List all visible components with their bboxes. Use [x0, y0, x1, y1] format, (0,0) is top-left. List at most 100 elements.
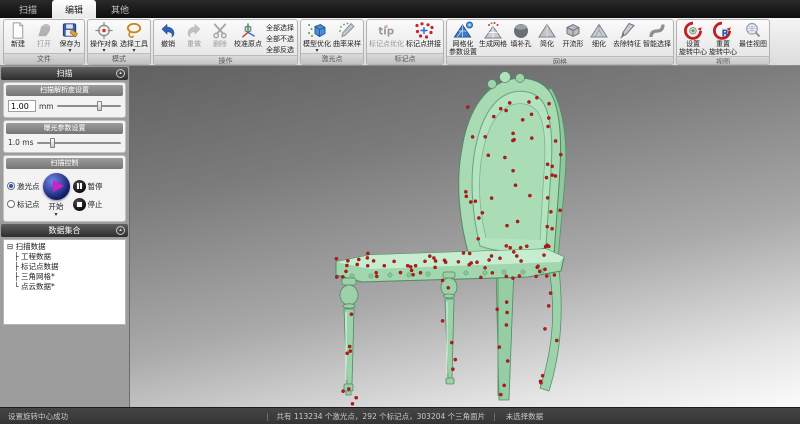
- ribbon-button-label: 生成网格: [479, 40, 507, 48]
- selection-commands: 全部选择全部不选全部反选: [266, 24, 294, 55]
- manifold-button[interactable]: 开流形: [560, 21, 586, 48]
- exposure-slider-thumb[interactable]: [50, 138, 55, 148]
- ribbon-button-label: 智能选择: [643, 40, 671, 48]
- undo-button[interactable]: 撤销: [155, 21, 181, 48]
- generate-mesh-button[interactable]: 生成网格: [478, 21, 508, 48]
- curvature-sample-button[interactable]: 曲率采样: [332, 21, 362, 48]
- ribbon-group-title: 网格: [447, 56, 673, 65]
- status-separator: |: [258, 412, 277, 421]
- scan-type-radios: 激光点 标记点: [7, 181, 40, 210]
- exposure-slider[interactable]: [37, 142, 121, 144]
- model-optimize-icon: [306, 21, 328, 40]
- smart-select-button[interactable]: 智能选择: [642, 21, 672, 48]
- refine-button[interactable]: 细化: [586, 21, 612, 48]
- model-optimize-button[interactable]: 模型优化▾: [302, 21, 332, 53]
- select-none-button[interactable]: 全部不选: [266, 35, 294, 44]
- lasso-icon: [123, 21, 145, 40]
- simplify-button[interactable]: 简化: [534, 21, 560, 48]
- 3d-viewport[interactable]: [130, 66, 800, 407]
- new-button[interactable]: 新建: [5, 21, 31, 48]
- delete-button: 删除: [207, 21, 233, 48]
- invert-selection-button[interactable]: 全部反选: [266, 46, 294, 55]
- ribbon-button-label: 去除特征: [613, 40, 641, 48]
- manifold-icon: [562, 21, 584, 40]
- application-window: 扫描编辑其他 新建打开保存为▾文件操作对象▾选择工具▾模式撤销重做删除校准原点全…: [0, 0, 800, 424]
- ribbon-button-label: 标记点拼接: [406, 40, 441, 48]
- ribbon-group-title: 标记点: [367, 53, 443, 64]
- ribbon-group-laser-point: 模型优化▾曲率采样激光点: [300, 19, 364, 65]
- operate-target-button[interactable]: 操作对象▾: [89, 21, 119, 53]
- fill-holes-icon: [510, 21, 532, 40]
- exposure-value: 1.0 ms: [8, 138, 34, 147]
- pause-icon: [73, 180, 86, 193]
- redo-button: 重做: [181, 21, 207, 48]
- redo-icon: [183, 21, 205, 40]
- tree-root-scan-data[interactable]: ⊟ 扫描数据: [7, 242, 122, 252]
- radio-unselected-icon: [7, 200, 15, 208]
- scan-panel-title: 扫描: [57, 68, 73, 79]
- mesh-params-button[interactable]: 网格化 参数设置: [448, 21, 478, 56]
- tab-scan[interactable]: 扫描: [6, 0, 50, 18]
- origin-axes-icon: [237, 21, 259, 40]
- scan-statistics: 共有 113234 个激光点，292 个标记点，303204 个三角面片: [277, 411, 486, 422]
- open-button: 打开: [31, 21, 57, 48]
- marker-point-radio-label: 标记点: [17, 199, 40, 210]
- select-all-button[interactable]: 全部选择: [266, 24, 294, 33]
- collapse-data-icon[interactable]: ▴: [116, 226, 125, 235]
- resolution-title: 扫描解析度设置: [6, 85, 123, 96]
- reset-rotation-center-button[interactable]: R重置 旋转中心: [708, 21, 738, 56]
- status-separator: |: [485, 412, 504, 421]
- ribbon-button-label: 删除: [213, 40, 227, 48]
- laser-point-radio[interactable]: 激光点: [7, 181, 40, 192]
- tree-item[interactable]: ├ 工程数据: [7, 252, 122, 262]
- scan-control-box: 扫描控制 激光点 标记点: [3, 155, 126, 222]
- ribbon-button-label: 撤销: [161, 40, 175, 48]
- marker-point-radio[interactable]: 标记点: [7, 199, 40, 210]
- main-area: 扫描 ▴ 扫描解析度设置 mm 曝光参数设置 1.0 ms: [0, 66, 800, 407]
- chair-model: [130, 66, 800, 407]
- set-rotation-center-icon: [682, 21, 704, 40]
- ribbon-group-title: 视图: [677, 56, 769, 65]
- marker-stitch-button[interactable]: 标记点拼接: [405, 21, 442, 48]
- ribbon-group-marker-point: tip标记点优化标记点拼接标记点: [366, 19, 444, 65]
- ribbon-button-label: 细化: [592, 40, 606, 48]
- laser-point-radio-label: 激光点: [17, 181, 40, 192]
- ribbon-button-label: 开流形: [563, 40, 584, 48]
- resolution-slider-thumb[interactable]: [97, 101, 102, 111]
- tab-other[interactable]: 其他: [98, 0, 142, 18]
- start-scan-button[interactable]: [43, 173, 70, 200]
- tab-edit[interactable]: 编辑: [52, 0, 96, 18]
- resolution-slider[interactable]: [57, 105, 121, 107]
- ribbon-group-title: 激光点: [301, 53, 363, 64]
- collapse-scan-icon[interactable]: ▴: [116, 69, 125, 78]
- save-as-button[interactable]: 保存为▾: [57, 21, 83, 53]
- fill-holes-button[interactable]: 填补孔: [508, 21, 534, 48]
- scan-panel-header[interactable]: 扫描 ▴: [1, 67, 128, 80]
- ribbon-group-mesh: 网格化 参数设置生成网格填补孔简化开流形细化去除特征智能选择网格: [446, 19, 674, 65]
- left-panel: 扫描 ▴ 扫描解析度设置 mm 曝光参数设置 1.0 ms: [0, 66, 130, 407]
- tree-item[interactable]: ├ 三角网格*: [7, 272, 122, 282]
- select-tool-button[interactable]: 选择工具▾: [119, 21, 149, 53]
- remove-features-button[interactable]: 去除特征: [612, 21, 642, 48]
- best-view-button[interactable]: 最佳视图: [738, 21, 768, 48]
- ribbon-group-file: 新建打开保存为▾文件: [3, 19, 85, 65]
- pause-button[interactable]: 暂停: [73, 180, 103, 193]
- smart-select-icon: [646, 21, 668, 40]
- tree-item[interactable]: └ 点云数据*: [7, 282, 122, 292]
- ribbon-button-label: 重置 旋转中心: [709, 40, 737, 56]
- svg-text:tip: tip: [378, 26, 394, 37]
- scan-control-title: 扫描控制: [6, 158, 123, 169]
- set-rotation-center-button[interactable]: 设置 旋转中心: [678, 21, 708, 56]
- ribbon-group-view: 设置 旋转中心R重置 旋转中心最佳视图视图: [676, 19, 770, 65]
- stop-icon: [73, 198, 86, 211]
- stop-button[interactable]: 停止: [73, 198, 103, 211]
- generate-mesh-icon: [482, 21, 504, 40]
- start-dropdown-caret-icon[interactable]: ▾: [54, 212, 57, 217]
- tree-item[interactable]: ├ 标记点数据: [7, 262, 122, 272]
- calibrate-origin-button[interactable]: 校准原点: [233, 21, 263, 48]
- ribbon-button-label: 重做: [187, 40, 201, 48]
- resolution-input[interactable]: [8, 100, 36, 112]
- data-collection-header[interactable]: 数据集合 ▴: [1, 224, 128, 237]
- reset-rotation-center-icon: R: [712, 21, 734, 40]
- pause-label: 暂停: [88, 181, 103, 192]
